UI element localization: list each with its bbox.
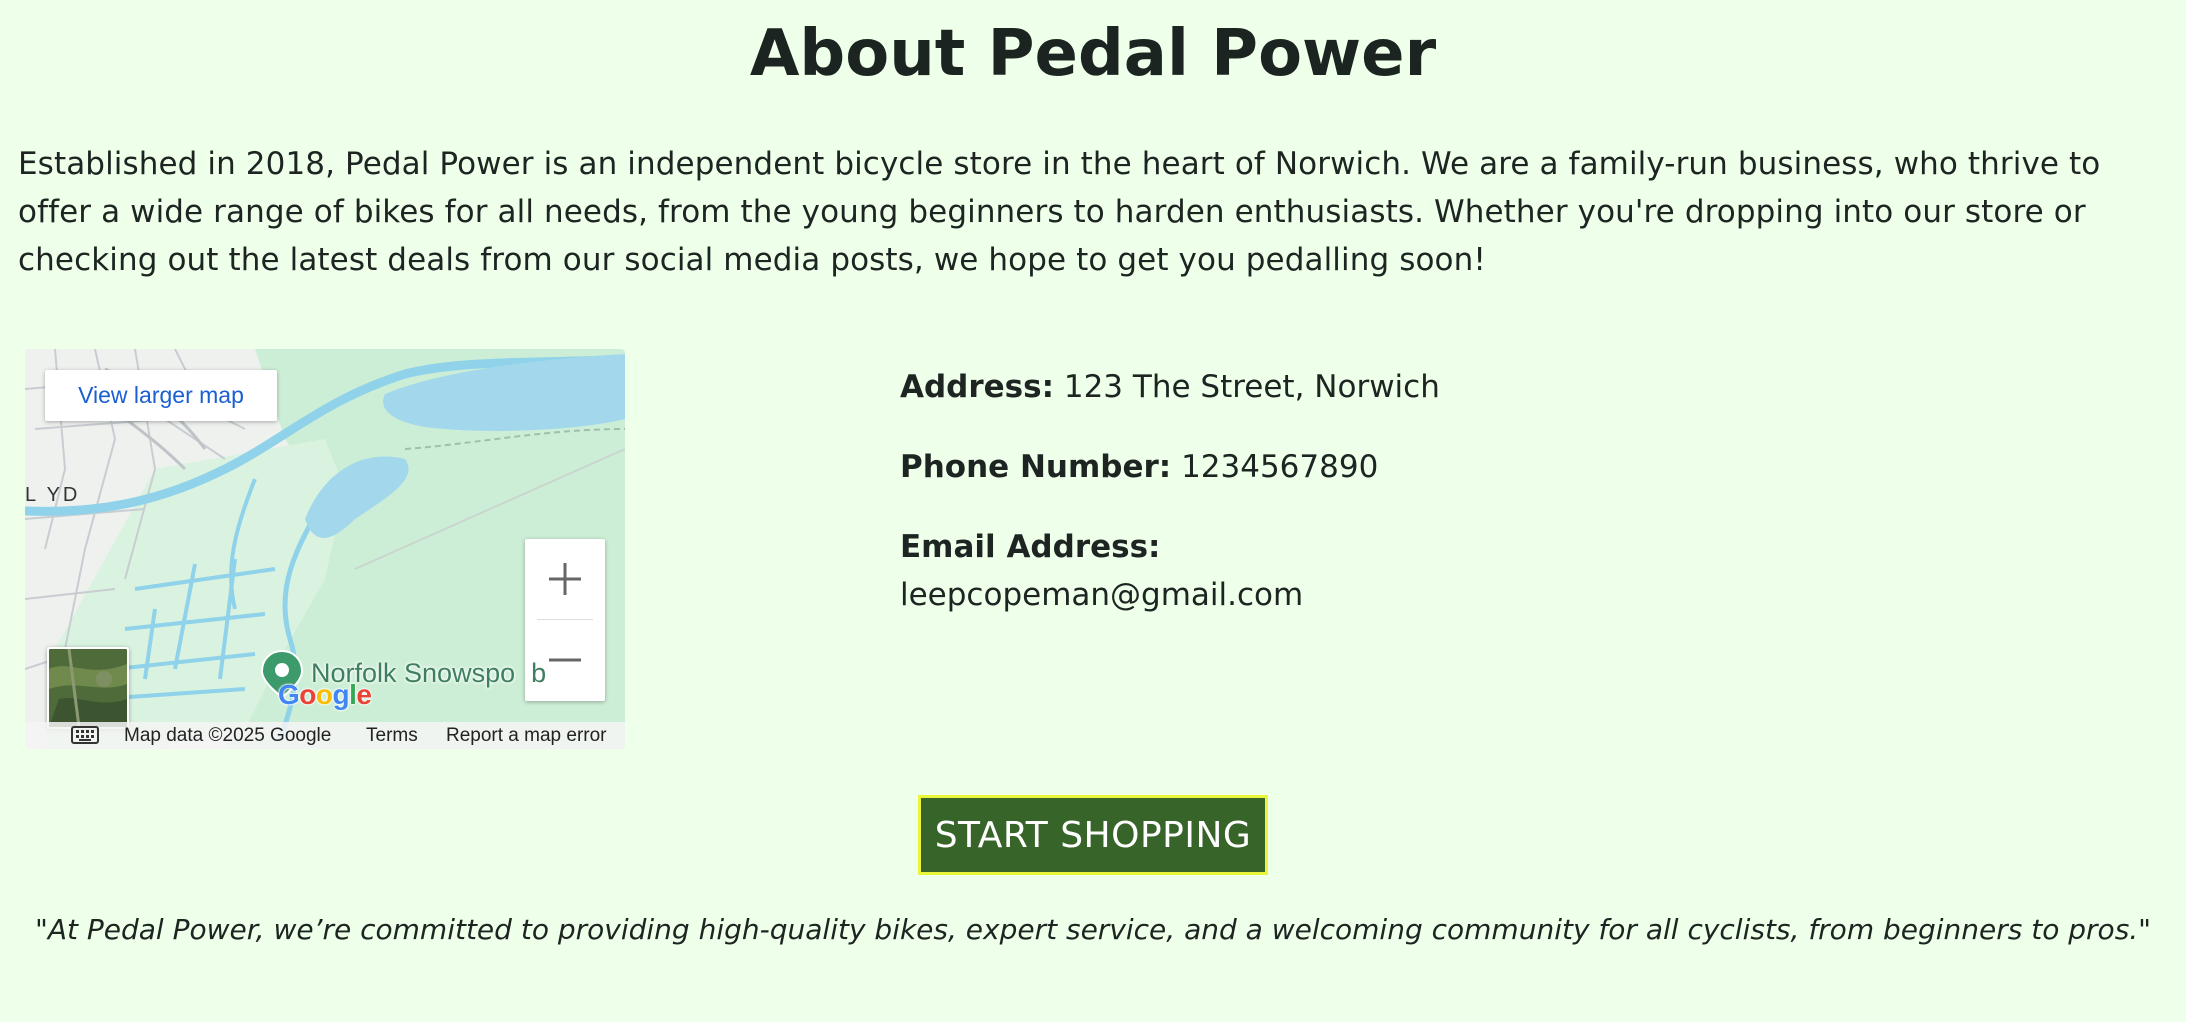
start-shopping-button[interactable]: START SHOPPING bbox=[918, 795, 1268, 875]
view-larger-map-link[interactable]: View larger map bbox=[45, 370, 277, 421]
embedded-map[interactable]: View larger map L YD Norfolk Snowspo b G… bbox=[25, 349, 625, 749]
plus-icon bbox=[549, 563, 581, 595]
email-line: Email Address: leepcopeman@gmail.com bbox=[900, 523, 1540, 619]
intro-paragraph: Established in 2018, Pedal Power is an i… bbox=[18, 146, 2101, 278]
email-value: leepcopeman@gmail.com bbox=[900, 577, 1304, 613]
phone-label: Phone Number: bbox=[900, 449, 1172, 485]
map-attribution-bar: Map data ©2025 Google Terms Report a map… bbox=[25, 722, 625, 749]
email-label: Email Address: bbox=[900, 529, 1161, 565]
keyboard-icon[interactable] bbox=[71, 726, 99, 744]
google-logo: Google bbox=[278, 679, 372, 710]
phone-line: Phone Number: 1234567890 bbox=[900, 443, 1378, 491]
phone-value: 1234567890 bbox=[1181, 449, 1379, 485]
minus-icon bbox=[549, 658, 581, 662]
address-label: Address: bbox=[900, 369, 1054, 405]
about-page: About Pedal Power Established in 2018, P… bbox=[0, 0, 2186, 1022]
report-map-error-link[interactable]: Report a map error bbox=[446, 725, 607, 747]
satellite-thumbnail-image bbox=[49, 649, 127, 727]
map-area-label: L YD bbox=[25, 484, 81, 506]
map-terms-link[interactable]: Terms bbox=[366, 725, 418, 747]
address-line: Address: 123 The Street, Norwich bbox=[900, 363, 1440, 411]
map-data-credit: Map data ©2025 Google bbox=[124, 725, 332, 746]
place-label-tail: b bbox=[531, 658, 547, 688]
page-title: About Pedal Power bbox=[749, 17, 1437, 91]
store-quote: "At Pedal Power, we’re committed to prov… bbox=[34, 913, 2152, 946]
address-value: 123 The Street, Norwich bbox=[1063, 369, 1440, 405]
satellite-view-toggle[interactable] bbox=[47, 647, 129, 729]
zoom-in-button[interactable] bbox=[525, 539, 605, 619]
